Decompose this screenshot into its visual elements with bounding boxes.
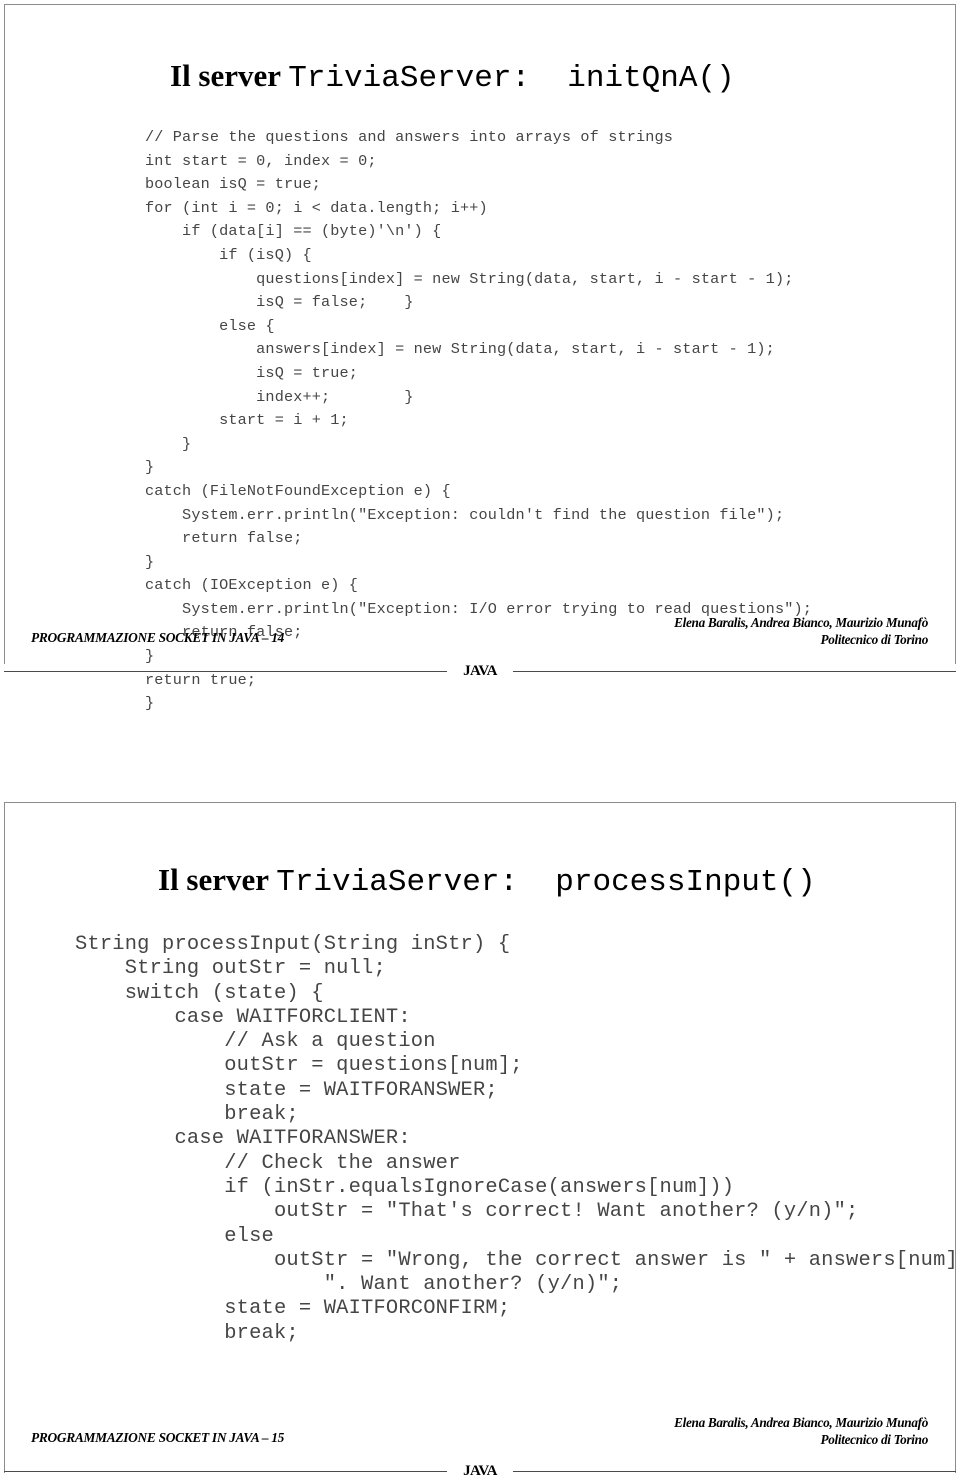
slide-2-footer-authors: Elena Baralis, Andrea Bianco, Maurizio M… — [674, 1415, 928, 1430]
slide-2-footer-affiliation: Politecnico di Torino — [820, 1432, 928, 1447]
slide-1-footer-divider: JAVA — [4, 663, 956, 680]
slide-2-title: Il server TriviaServer: processInput() — [158, 864, 816, 898]
slide-2-title-code: TriviaServer: processInput() — [276, 865, 816, 900]
slide-1-footer-authors: Elena Baralis, Andrea Bianco, Maurizio M… — [674, 615, 928, 630]
slide-1-title-prefix: Il server — [170, 58, 289, 93]
slide-1-footer-affiliation: Politecnico di Torino — [820, 632, 928, 647]
slide-1-footer-course-label: PROGRAMMAZIONE SOCKET IN JAVA – 14 — [31, 630, 285, 645]
slide-2-title-prefix: Il server — [158, 862, 277, 897]
slide-2-code-block: String processInput(String inStr) { Stri… — [75, 933, 958, 1345]
slide-1-divider-label: JAVA — [463, 663, 497, 679]
slide-1-title-code: TriviaServer: initQnA() — [288, 61, 735, 96]
slide-2-footer-credits: Elena Baralis, Andrea Bianco, Maurizio M… — [674, 1414, 928, 1448]
slide-2-footer-course-label: PROGRAMMAZIONE SOCKET IN JAVA – 15 — [31, 1430, 285, 1445]
slide-1-footer-credits: Elena Baralis, Andrea Bianco, Maurizio M… — [674, 614, 928, 648]
slide-1-title: Il server TriviaServer: initQnA() — [170, 60, 735, 94]
slide-2-footer-divider: JAVA — [4, 1463, 956, 1480]
